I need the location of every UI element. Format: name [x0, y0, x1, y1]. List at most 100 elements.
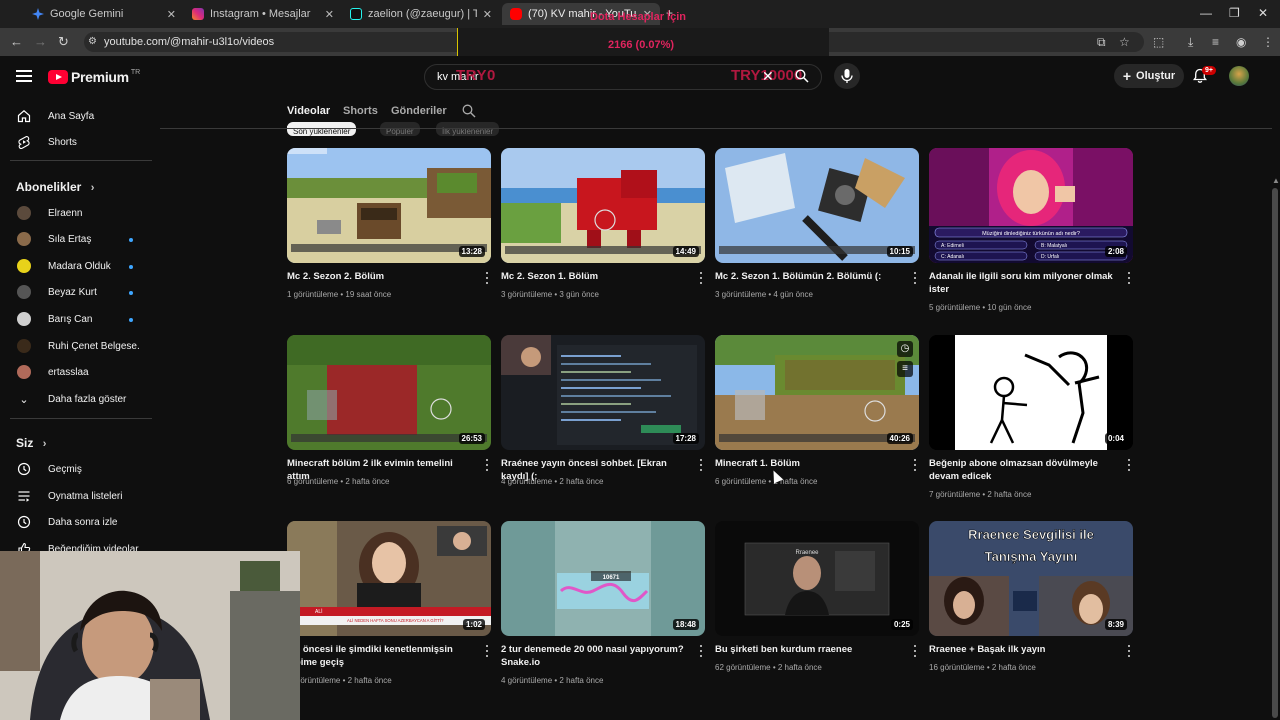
video-thumbnail[interactable]: ALİ ALİ NEDEN HAFTA SONU AZERBAYCAN A Gİ… — [287, 521, 491, 636]
video-card[interactable]: 26:53 Minecraft bölüm 2 ilk evimin temel… — [287, 335, 491, 486]
video-thumbnail[interactable]: 14:49 — [501, 148, 705, 263]
browser-tab-gemini[interactable]: Google Gemini ✕ — [24, 3, 184, 25]
page-scrollbar[interactable] — [1272, 188, 1278, 718]
video-title[interactable]: Minecraft 1. Bölüm — [715, 457, 903, 470]
clear-search-icon[interactable]: ✕ — [762, 68, 774, 85]
video-card[interactable]: 17:28 Rraénee yayın öncesi sohbet. [Ekra… — [501, 335, 705, 486]
close-icon[interactable]: ✕ — [325, 8, 334, 21]
video-thumbnail[interactable]: 10671 18:48 — [501, 521, 705, 636]
video-thumbnail[interactable]: 10:15 — [715, 148, 919, 263]
video-card[interactable]: 10:15 Mc 2. Sezon 1. Bölümün 2. Bölümü (… — [715, 148, 919, 299]
close-icon[interactable]: ✕ — [167, 8, 176, 21]
show-more-button[interactable]: ⌄ Daha fazla göster — [0, 386, 150, 412]
chip-latest[interactable]: Son yüklenenler — [287, 122, 357, 136]
more-actions-icon[interactable] — [1127, 645, 1131, 657]
video-title[interactable]: Adanalı ile ilgili soru kim milyoner olm… — [929, 270, 1117, 296]
video-thumbnail[interactable]: 17:28 — [501, 335, 705, 450]
more-actions-icon[interactable] — [699, 272, 703, 284]
sidebar-item-home[interactable]: Ana Sayfa — [0, 103, 150, 129]
video-title[interactable]: Beğenip abone olmazsan dövülmeyle devam … — [929, 457, 1117, 483]
site-info-icon[interactable]: ⚙ — [88, 36, 97, 47]
you-header[interactable]: Siz › — [16, 436, 46, 450]
tab-videos[interactable]: Videolar — [287, 105, 330, 117]
watch-later-icon[interactable]: ◷ — [897, 341, 913, 357]
sidebar-sub-baris-can[interactable]: Barış Can — [0, 306, 150, 332]
video-thumbnail[interactable]: 0:04 — [929, 335, 1133, 450]
video-card[interactable]: ALİ ALİ NEDEN HAFTA SONU AZERBAYCAN A Gİ… — [287, 521, 491, 685]
more-actions-icon[interactable] — [485, 272, 489, 284]
install-icon[interactable]: ⧉ — [1097, 35, 1106, 50]
close-icon[interactable]: ✕ — [483, 8, 492, 21]
video-title[interactable]: Rraenee + Başak ilk yayın — [929, 643, 1117, 656]
more-actions-icon[interactable] — [1127, 459, 1131, 471]
chip-oldest[interactable]: İlk yüklenenler — [436, 122, 500, 136]
video-card[interactable]: Rraenee 0:25 Bu şirketi ben kurdum rraen… — [715, 521, 919, 672]
subscriptions-header[interactable]: Abonelikler › — [16, 180, 94, 194]
more-actions-icon[interactable] — [913, 272, 917, 284]
tab-shorts[interactable]: Shorts — [343, 105, 378, 117]
microphone-icon — [841, 69, 853, 83]
video-card[interactable]: Müziğini dinlediğiniz türkünün adı nedir… — [929, 148, 1133, 312]
account-avatar[interactable] — [1229, 66, 1249, 86]
search-icon[interactable] — [795, 69, 809, 83]
more-actions-icon[interactable] — [913, 459, 917, 471]
browser-tab-tiktok[interactable]: zaelion (@zaeugur) | TikTok ✕ — [342, 3, 500, 25]
create-button[interactable]: + Oluştur — [1114, 64, 1184, 88]
more-actions-icon[interactable] — [699, 645, 703, 657]
video-thumbnail[interactable]: 13:28 — [287, 148, 491, 263]
sidebar-item-shorts[interactable]: Shorts — [0, 129, 150, 155]
reading-list-icon[interactable]: ≡ — [1212, 35, 1219, 49]
video-thumbnail[interactable]: ◷ ≡ 40:26 — [715, 335, 919, 450]
more-actions-icon[interactable] — [913, 645, 917, 657]
forward-icon[interactable]: → — [34, 34, 47, 49]
chip-popular[interactable]: Popüler — [380, 122, 420, 136]
add-to-queue-icon[interactable]: ≡ — [897, 361, 913, 377]
video-card[interactable]: 10671 18:48 2 tur denemede 20 000 nasıl … — [501, 521, 705, 685]
video-thumbnail[interactable]: Müziğini dinlediğiniz türkünün adı nedir… — [929, 148, 1133, 263]
more-actions-icon[interactable] — [485, 645, 489, 657]
video-title[interactable]: ...il öncesi ile şimdiki kenetlenmişsin … — [287, 643, 475, 669]
video-card[interactable]: ◷ ≡ 40:26 Minecraft 1. Bölüm 6 görüntüle… — [715, 335, 919, 486]
youtube-premium-logo[interactable]: Premium TR — [48, 69, 140, 85]
sidebar-item-playlists[interactable]: Oynatma listeleri — [0, 483, 150, 509]
minimize-icon[interactable]: — — [1200, 6, 1212, 20]
bookmark-star-icon[interactable]: ☆ — [1119, 35, 1130, 49]
sidebar-item-watch-later[interactable]: Daha sonra izle — [0, 509, 150, 535]
channel-search-icon[interactable] — [462, 104, 476, 118]
video-thumbnail[interactable]: Rraenee 0:25 — [715, 521, 919, 636]
video-thumbnail[interactable]: 26:53 — [287, 335, 491, 450]
video-title[interactable]: Bu şirketi ben kurdum rraenee — [715, 643, 903, 656]
sidebar-sub-ruhi-cenet[interactable]: Ruhi Çenet Belgese... — [0, 333, 150, 359]
back-icon[interactable]: ← — [10, 34, 23, 49]
more-actions-icon[interactable] — [1127, 272, 1131, 284]
more-actions-icon[interactable] — [485, 459, 489, 471]
video-card[interactable]: 0:04 Beğenip abone olmazsan dövülmeyle d… — [929, 335, 1133, 499]
video-card[interactable]: 13:28 Mc 2. Sezon 2. Bölüm 1 görüntüleme… — [287, 148, 491, 299]
video-title[interactable]: Mc 2. Sezon 1. Bölüm — [501, 270, 689, 283]
video-thumbnail[interactable]: Rraenee Sevgilisi ile Tanışma Yayını 8:3… — [929, 521, 1133, 636]
video-title[interactable]: 2 tur denemede 20 000 nasıl yapıyorum? S… — [501, 643, 689, 669]
more-actions-icon[interactable] — [699, 459, 703, 471]
window-close-icon[interactable]: ✕ — [1258, 6, 1268, 20]
maximize-icon[interactable]: ❐ — [1229, 6, 1240, 20]
video-card[interactable]: Rraenee Sevgilisi ile Tanışma Yayını 8:3… — [929, 521, 1133, 672]
sidebar-sub-beyaz-kurt[interactable]: Beyaz Kurt — [0, 279, 150, 305]
voice-search-button[interactable] — [834, 63, 860, 89]
sidebar-sub-elraenn[interactable]: Elraenn — [0, 200, 150, 226]
tab-posts[interactable]: Gönderiler — [391, 105, 447, 117]
extensions-icon[interactable]: ⬚ — [1153, 35, 1164, 49]
video-card[interactable]: 14:49 Mc 2. Sezon 1. Bölüm 3 görüntüleme… — [501, 148, 705, 299]
sidebar-sub-ertasslaa[interactable]: ertasslaa — [0, 359, 150, 385]
sidebar-item-history[interactable]: Geçmiş — [0, 456, 150, 482]
browser-tab-instagram[interactable]: Instagram • Mesajlar ✕ — [184, 3, 342, 25]
reload-icon[interactable]: ↻ — [58, 34, 69, 50]
menu-icon[interactable] — [16, 70, 32, 82]
download-icon[interactable]: ⤓ — [1188, 35, 1193, 50]
sidebar-sub-madara-olduk[interactable]: Madara Olduk — [0, 253, 150, 279]
profile-icon[interactable]: ◉ — [1236, 35, 1246, 49]
menu-dots-icon[interactable]: ⋮ — [1262, 35, 1274, 49]
video-title[interactable]: Mc 2. Sezon 1. Bölümün 2. Bölümü (: — [715, 270, 903, 283]
scroll-up-icon[interactable]: ▲ — [1272, 176, 1280, 185]
video-title[interactable]: Mc 2. Sezon 2. Bölüm — [287, 270, 475, 283]
sidebar-sub-sila-ertas[interactable]: Sıla Ertaş — [0, 226, 150, 252]
